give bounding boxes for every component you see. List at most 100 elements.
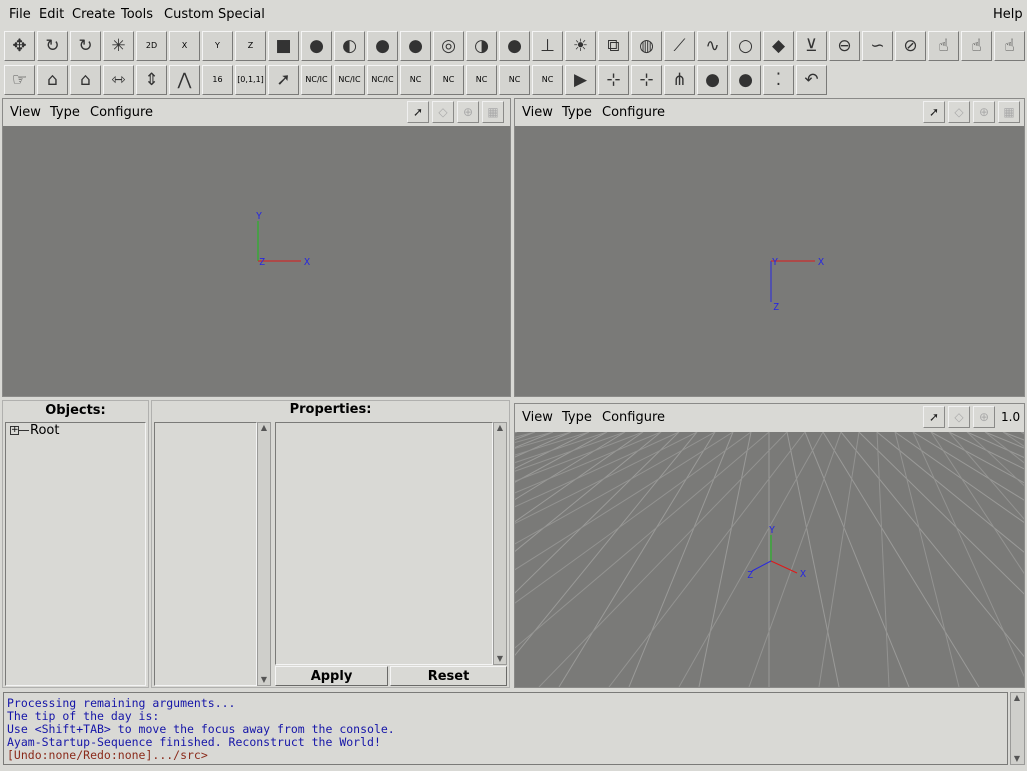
scroll-up-icon[interactable]: ▲ — [1012, 693, 1022, 703]
grid-icon[interactable]: ▦ — [482, 101, 504, 123]
view-menu-configure[interactable]: Configure — [90, 105, 153, 120]
normalize-knots-icon[interactable]: [0,1,1] — [235, 65, 266, 95]
pick-mode-icon[interactable]: ➚ — [923, 406, 945, 428]
torus-icon[interactable]: ◎ — [433, 31, 464, 61]
property-editor[interactable] — [275, 422, 493, 665]
apply-button[interactable]: Apply — [275, 666, 388, 686]
zoom-to-object-icon[interactable]: ◇ — [432, 101, 454, 123]
ncurve-icon[interactable]: ⟋ — [664, 31, 695, 61]
viewport-front[interactable]: Y X Z — [3, 126, 510, 396]
camera-icon[interactable]: ▶ — [565, 65, 596, 95]
light-icon[interactable]: ☀ — [565, 31, 596, 61]
scale-z-icon[interactable]: Z — [235, 31, 266, 61]
scale-y-icon[interactable]: Y — [202, 31, 233, 61]
view-menu-view[interactable]: View — [522, 410, 553, 425]
tag-points-icon[interactable]: ⌂ — [37, 65, 68, 95]
console[interactable]: Processing remaining arguments... The ti… — [3, 692, 1008, 765]
find-uv-icon[interactable]: ⊹ — [631, 65, 662, 95]
light-move-icon[interactable]: ● — [697, 65, 728, 95]
material-icon[interactable]: ◍ — [631, 31, 662, 61]
skin-icon[interactable]: ⊘ — [895, 31, 926, 61]
property-editor-scrollbar[interactable]: ▲ ▼ — [493, 422, 507, 665]
level-icon[interactable]: ⊥ — [532, 31, 563, 61]
select-all-icon[interactable]: ⌂ — [70, 65, 101, 95]
view-globe-icon[interactable]: ⊕ — [973, 406, 995, 428]
view-menu-view[interactable]: View — [10, 105, 41, 120]
zoom-to-object-icon[interactable]: ◇ — [948, 101, 970, 123]
cap-icon[interactable]: ☝ — [928, 31, 959, 61]
undo-icon[interactable]: ↶ — [796, 65, 827, 95]
hyperboloid-icon[interactable]: ● — [499, 31, 530, 61]
pick-mode-icon[interactable]: ➚ — [923, 101, 945, 123]
viewport-top[interactable]: X Z Y — [515, 126, 1024, 396]
split-curve-icon[interactable]: ⋔ — [664, 65, 695, 95]
find-u-icon[interactable]: ⊹ — [598, 65, 629, 95]
select-points-icon[interactable]: ☞ — [4, 65, 35, 95]
viewport-perspective[interactable]: Y X Z — [515, 432, 1024, 687]
console-scrollbar[interactable]: ▲ ▼ — [1010, 692, 1025, 765]
zoom-to-object-icon[interactable]: ◇ — [948, 406, 970, 428]
sphere-icon[interactable]: ● — [301, 31, 332, 61]
extrude-icon[interactable]: ⊖ — [829, 31, 860, 61]
expand-icon[interactable]: + — [10, 426, 19, 435]
nc-clamp-icon[interactable]: NC — [499, 65, 530, 95]
scale-3d-icon[interactable]: ✳ — [103, 31, 134, 61]
ncircle-icon[interactable]: ○ — [730, 31, 761, 61]
nc-elevate-icon[interactable]: NC — [433, 65, 464, 95]
view-menu-view[interactable]: View — [522, 105, 553, 120]
nc-ic-concat-icon[interactable]: NC/IC — [301, 65, 332, 95]
console-prompt[interactable]: [Undo:none/Redo:none].../src> — [7, 748, 208, 762]
menu-help[interactable]: Help — [993, 7, 1023, 22]
object-tree[interactable]: + Root — [5, 422, 146, 686]
rotate-icon[interactable]: ↻ — [37, 31, 68, 61]
paraboloid-icon[interactable]: ◑ — [466, 31, 497, 61]
scroll-down-icon[interactable]: ▼ — [259, 675, 269, 685]
scroll-up-icon[interactable]: ▲ — [495, 423, 505, 433]
view-menu-type[interactable]: Type — [562, 105, 592, 120]
instance-icon[interactable]: ⧉ — [598, 31, 629, 61]
menu-tools[interactable]: Tools — [121, 7, 153, 22]
menu-special[interactable]: Special — [218, 7, 265, 22]
rotate-about-icon[interactable]: ↻ — [70, 31, 101, 61]
scroll-down-icon[interactable]: ▼ — [495, 654, 505, 664]
edit-points-icon[interactable]: ⁚ — [763, 65, 794, 95]
nc-insert-knot-icon[interactable]: NC — [466, 65, 497, 95]
npatch-icon[interactable]: ◆ — [763, 31, 794, 61]
menu-create[interactable]: Create — [72, 7, 115, 22]
scroll-up-icon[interactable]: ▲ — [259, 423, 269, 433]
menu-file[interactable]: File — [9, 7, 31, 22]
grid-icon[interactable]: ▦ — [998, 101, 1020, 123]
sweep-icon[interactable]: ∽ — [862, 31, 893, 61]
objects-select-icon[interactable]: ● — [730, 65, 761, 95]
scroll-down-icon[interactable]: ▼ — [1012, 754, 1022, 764]
menu-custom[interactable]: Custom — [164, 7, 214, 22]
cylinder-icon[interactable]: ● — [400, 31, 431, 61]
view-globe-icon[interactable]: ⊕ — [457, 101, 479, 123]
cone-icon[interactable]: ◐ — [334, 31, 365, 61]
bevel-icon[interactable]: ☝ — [961, 31, 992, 61]
delete-point-icon[interactable]: ⇕ — [136, 65, 167, 95]
pick-mode-icon[interactable]: ➚ — [407, 101, 429, 123]
insert-point-icon[interactable]: ⇿ — [103, 65, 134, 95]
view-menu-configure[interactable]: Configure — [602, 410, 665, 425]
property-list[interactable] — [154, 422, 257, 686]
nc-ic-revert-icon[interactable]: NC/IC — [367, 65, 398, 95]
knot-vector-icon[interactable]: 16 — [202, 65, 233, 95]
edit-weight-icon[interactable]: ⋀ — [169, 65, 200, 95]
reset-button[interactable]: Reset — [390, 666, 507, 686]
revolve-icon[interactable]: ⊻ — [796, 31, 827, 61]
nc-refine-icon[interactable]: NC — [400, 65, 431, 95]
scale-x-icon[interactable]: X — [169, 31, 200, 61]
nc-extend-icon[interactable]: NC — [532, 65, 563, 95]
menu-edit[interactable]: Edit — [39, 7, 64, 22]
nc-ic-split-icon[interactable]: NC/IC — [334, 65, 365, 95]
icurve-icon[interactable]: ∿ — [697, 31, 728, 61]
view-menu-type[interactable]: Type — [562, 410, 592, 425]
move-icon[interactable]: ✥ — [4, 31, 35, 61]
tree-item-root[interactable]: Root — [30, 423, 59, 438]
box-icon[interactable]: ■ — [268, 31, 299, 61]
birail-icon[interactable]: ☝ — [994, 31, 1025, 61]
view-globe-icon[interactable]: ⊕ — [973, 101, 995, 123]
property-list-scrollbar[interactable]: ▲ ▼ — [257, 422, 271, 686]
pick-icon[interactable]: ➚ — [268, 65, 299, 95]
